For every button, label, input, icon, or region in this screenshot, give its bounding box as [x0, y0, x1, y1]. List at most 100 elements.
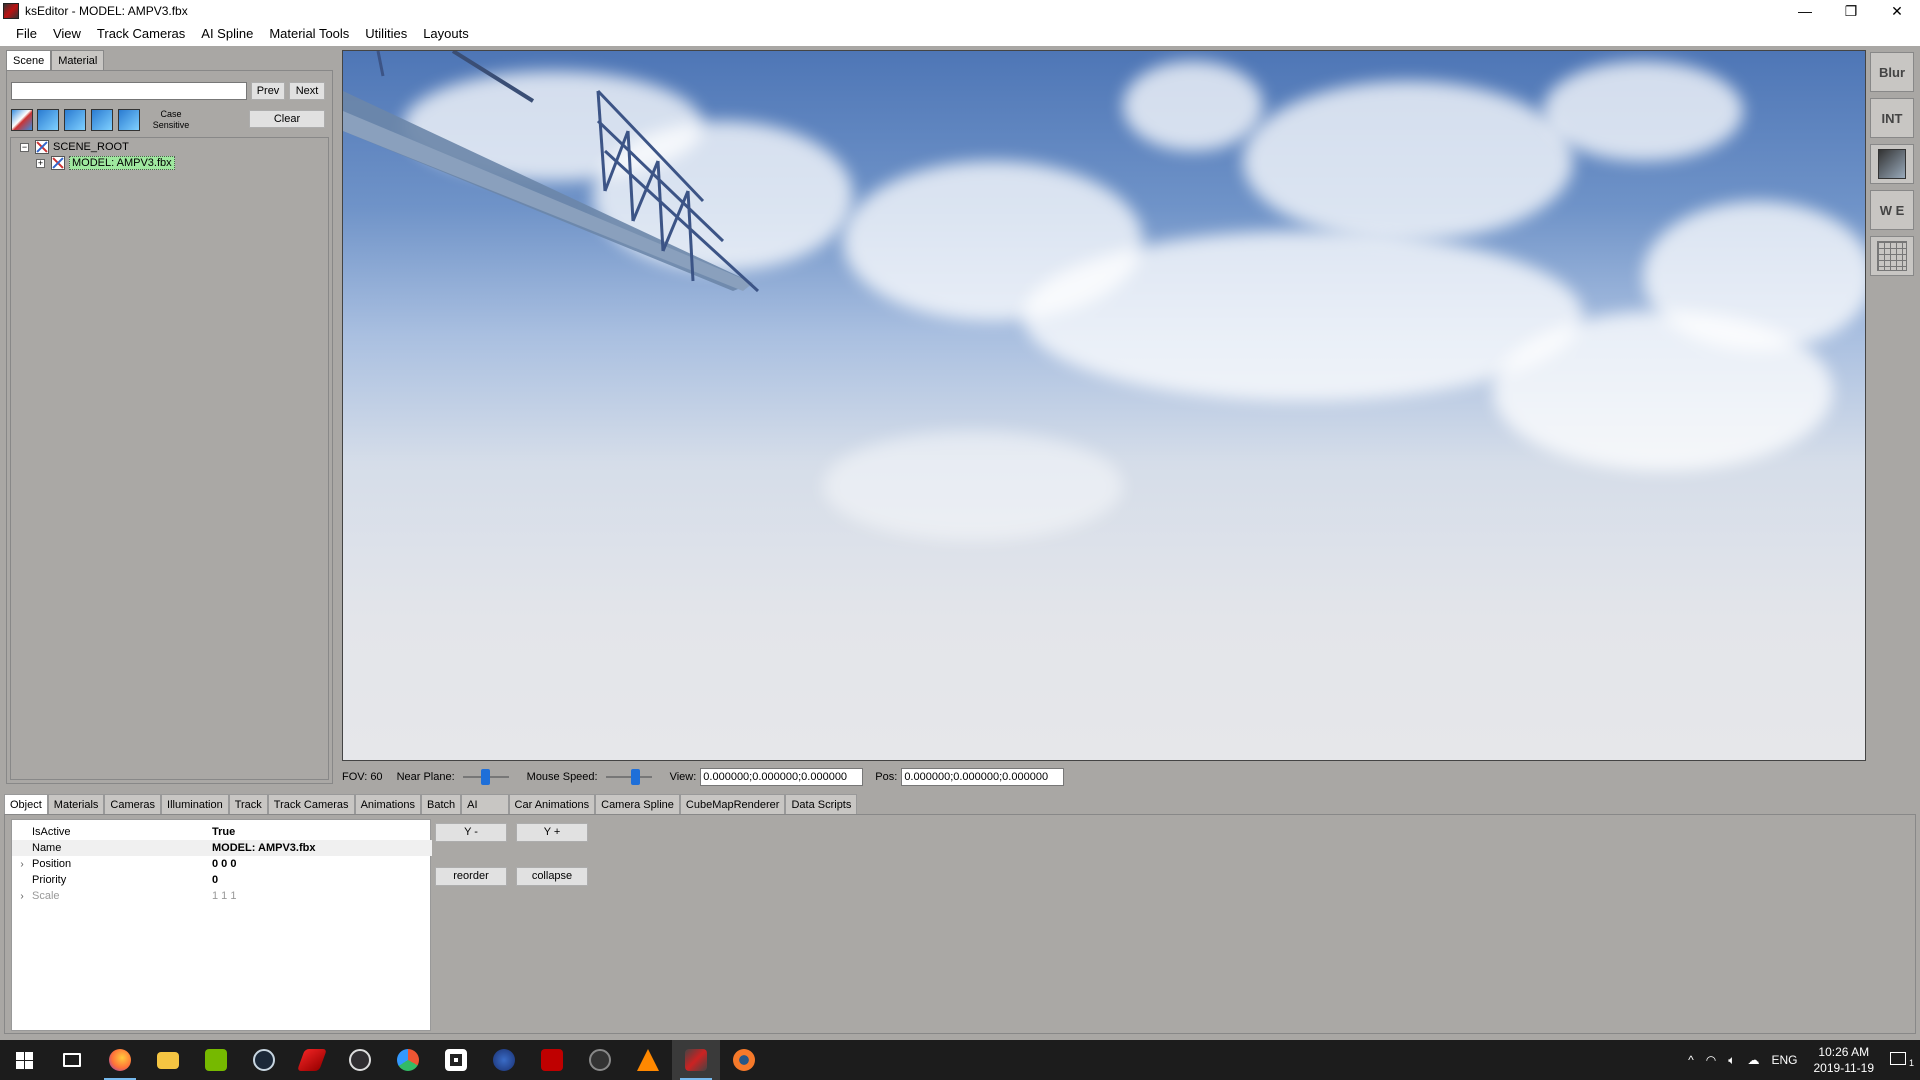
tab-materials[interactable]: Materials [47, 794, 105, 814]
filter-texture-icon[interactable] [118, 109, 140, 131]
property-row[interactable]: IsActive True [12, 824, 432, 840]
taskbar-file-explorer[interactable] [144, 1040, 192, 1080]
message-icon [1890, 1052, 1906, 1065]
tab-cubemaprenderer[interactable]: CubeMapRenderer [679, 794, 786, 814]
tab-scene[interactable]: Scene [6, 50, 52, 70]
collapse-button[interactable]: collapse [516, 867, 588, 886]
3d-viewport[interactable] [342, 50, 1866, 761]
filter-all-icon[interactable] [11, 109, 33, 131]
taskbar-firefox[interactable] [96, 1040, 144, 1080]
minimize-button[interactable]: — [1782, 0, 1828, 22]
mirror-toggle-button[interactable] [1870, 144, 1914, 184]
menu-ai-spline[interactable]: AI Spline [193, 22, 261, 46]
tab-car-animations[interactable]: Car Animations [508, 794, 596, 814]
tab-animations[interactable]: Animations [354, 794, 421, 814]
menu-material-tools[interactable]: Material Tools [261, 22, 357, 46]
tab-data-scripts[interactable]: Data Scripts [785, 794, 858, 814]
volume-icon[interactable]: 🔈︎ [1722, 1053, 1741, 1068]
grid-toggle-button[interactable] [1870, 236, 1914, 276]
tab-cameras[interactable]: Cameras [104, 794, 162, 814]
case-sensitive-toggle[interactable]: Case Sensitive [151, 109, 191, 131]
taskbar: ^ ◠ 🔈︎ ☁︎ ENG 10:26 AM 2019-11-19 1 [0, 1040, 1920, 1080]
we-toggle-button[interactable]: W E [1870, 190, 1914, 230]
property-value[interactable]: 0 0 0 [212, 858, 236, 870]
menu-utilities[interactable]: Utilities [357, 22, 415, 46]
taskbar-filezilla[interactable] [528, 1040, 576, 1080]
taskbar-vlc[interactable] [624, 1040, 672, 1080]
property-value[interactable]: MODEL: AMPV3.fbx [212, 842, 316, 854]
window-controls: — ❐ ✕ [1782, 0, 1920, 22]
close-button[interactable]: ✕ [1874, 0, 1920, 22]
folder-icon [157, 1051, 179, 1069]
slider-thumb[interactable] [631, 769, 641, 785]
network-icon[interactable]: ◠ [1700, 1053, 1722, 1067]
property-row[interactable]: › Scale 1 1 1 [12, 888, 432, 904]
bottom-tabs: Object Materials Cameras Illumination Tr… [4, 794, 858, 814]
taskbar-app-circle[interactable] [576, 1040, 624, 1080]
property-value[interactable]: 1 1 1 [212, 890, 236, 902]
expand-icon[interactable]: › [12, 891, 32, 902]
menu-layouts[interactable]: Layouts [415, 22, 477, 46]
tab-camera-spline[interactable]: Camera Spline [595, 794, 680, 814]
taskbar-app-globe[interactable] [480, 1040, 528, 1080]
int-toggle-button[interactable]: INT [1870, 98, 1914, 138]
taskbar-steam[interactable] [240, 1040, 288, 1080]
property-value[interactable]: True [212, 826, 235, 838]
mouse-speed-slider[interactable] [605, 769, 652, 785]
tab-ai[interactable]: AI [461, 794, 509, 814]
chevron-up-icon[interactable]: ^ [1682, 1053, 1700, 1067]
restore-button[interactable]: ❐ [1828, 0, 1874, 22]
tab-object[interactable]: Object [4, 794, 48, 814]
menu-view[interactable]: View [45, 22, 89, 46]
expand-icon[interactable]: › [12, 859, 32, 870]
tree-node-scene-root[interactable]: − SCENE_ROOT [20, 139, 129, 155]
pos-field[interactable] [901, 768, 1065, 786]
clock[interactable]: 10:26 AM 2019-11-19 [1804, 1044, 1885, 1076]
taskbar-blender[interactable] [720, 1040, 768, 1080]
menu-file[interactable]: File [0, 22, 45, 46]
property-row[interactable]: Name MODEL: AMPV3.fbx [12, 840, 432, 856]
property-name: Position [32, 858, 72, 870]
tree-node-model[interactable]: + MODEL: AMPV3.fbx [36, 155, 175, 171]
search-input[interactable] [11, 82, 247, 100]
tab-batch[interactable]: Batch [420, 794, 462, 814]
start-button[interactable] [0, 1040, 48, 1080]
taskbar-obs[interactable] [336, 1040, 384, 1080]
filter-node-icon[interactable] [64, 109, 86, 131]
onedrive-icon[interactable]: ☁︎ [1741, 1053, 1765, 1067]
property-row[interactable]: Priority 0 [12, 872, 432, 888]
view-field[interactable] [700, 768, 864, 786]
reorder-button[interactable]: reorder [435, 867, 507, 886]
taskbar-roblox[interactable] [432, 1040, 480, 1080]
y-minus-button[interactable]: Y - [435, 823, 507, 842]
expand-icon[interactable]: + [36, 158, 45, 168]
clear-button[interactable]: Clear [249, 110, 325, 128]
filter-mesh-icon[interactable] [37, 109, 59, 131]
taskbar-app-red[interactable] [288, 1040, 336, 1080]
taskbar-davinci[interactable] [384, 1040, 432, 1080]
property-row[interactable]: › Position 0 0 0 [12, 856, 432, 872]
tab-track-cameras[interactable]: Track Cameras [267, 794, 355, 814]
blur-toggle-button[interactable]: Blur [1870, 52, 1914, 92]
collapse-icon[interactable]: − [20, 142, 29, 152]
taskbar-nvidia[interactable] [192, 1040, 240, 1080]
tab-illumination[interactable]: Illumination [161, 794, 229, 814]
property-value[interactable]: 0 [212, 874, 218, 886]
tab-track[interactable]: Track [228, 794, 268, 814]
object-panel: IsActive True Name MODEL: AMPV3.fbx › Po… [4, 814, 1916, 1034]
next-button[interactable]: Next [289, 82, 325, 100]
near-plane-slider[interactable] [462, 769, 509, 785]
property-name: Name [32, 842, 62, 854]
y-plus-button[interactable]: Y + [516, 823, 588, 842]
app-circle-icon [589, 1049, 611, 1071]
tab-material[interactable]: Material [51, 50, 105, 70]
task-view-button[interactable] [48, 1040, 96, 1080]
prev-button[interactable]: Prev [251, 82, 285, 100]
menu-track-cameras[interactable]: Track Cameras [89, 22, 193, 46]
taskbar-kseditor[interactable] [672, 1040, 720, 1080]
task-view-icon [63, 1053, 81, 1067]
slider-thumb[interactable] [481, 769, 491, 785]
notification-center-icon[interactable]: 1 [1884, 1052, 1920, 1068]
language-indicator[interactable]: ENG [1765, 1053, 1803, 1067]
filter-material-icon[interactable] [91, 109, 113, 131]
